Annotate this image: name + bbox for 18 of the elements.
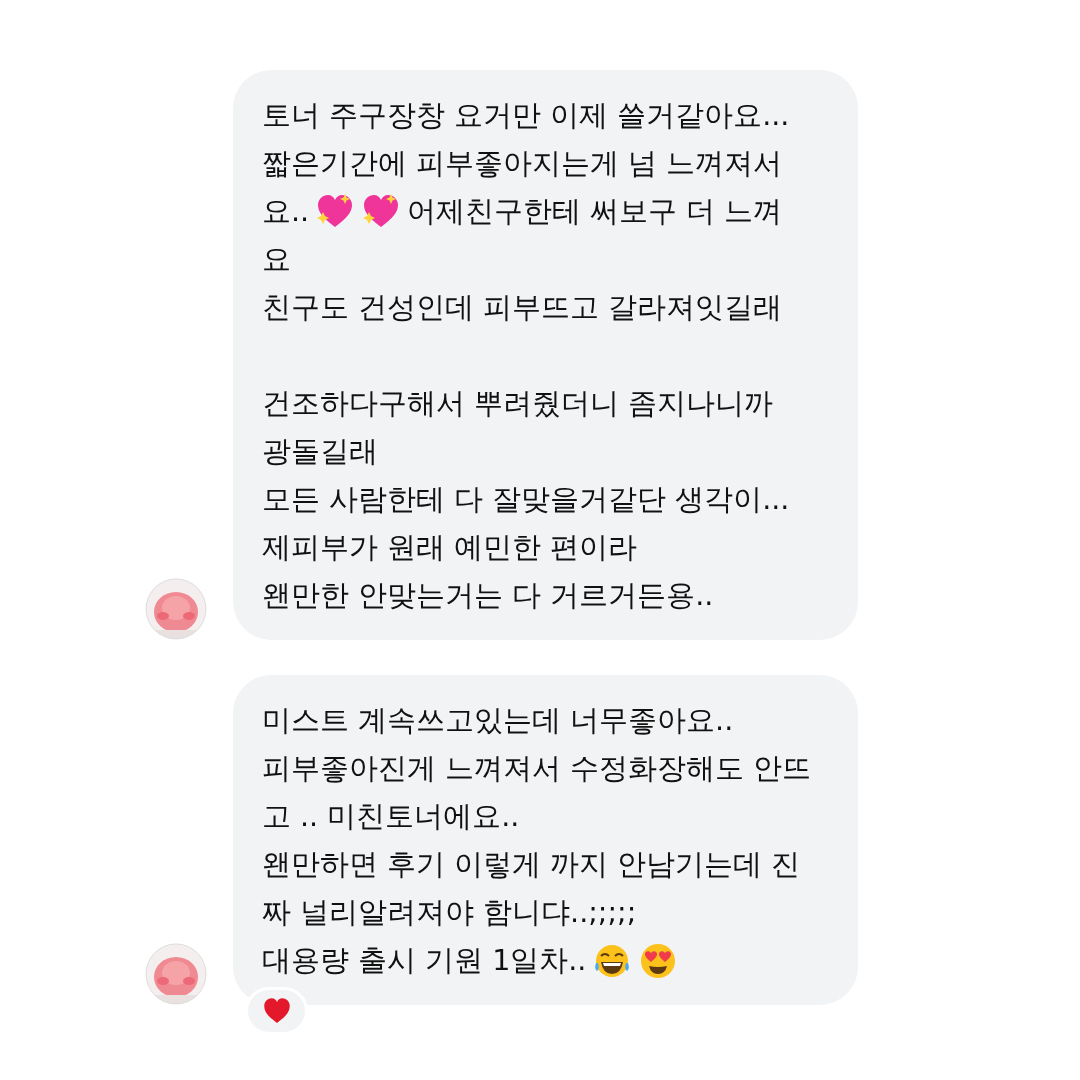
- message-text: 왠만하면 후기 이렇게 까지 안남기는데 진: [262, 847, 801, 883]
- message-text: 제피부가 원래 예민한 편이라: [262, 530, 638, 566]
- message-text: 왠만한 안맞는거는 다 거르거든용..: [262, 578, 714, 614]
- message-text: 짜 널리알려져야 함니댜..;;;;;: [262, 895, 637, 931]
- message-text: 미스트 계속쓰고있는데 너무좋아요..: [262, 703, 734, 739]
- message-text: 피부좋아진게 느껴져서 수정화장해도 안뜨: [262, 751, 812, 787]
- message-text: 친구도 건성인데 피부뜨고 갈라져잇길래: [262, 290, 783, 326]
- message-text: 요..: [262, 194, 310, 230]
- message-text: 모든 사람한테 다 잘맞을거같단 생각이...: [262, 482, 790, 518]
- message-text: 짧은기간에 피부좋아지는게 넘 느껴져서: [262, 146, 783, 182]
- message-text: 대용량 출시 기원 1일차..: [262, 943, 587, 979]
- heart-icon: [261, 996, 292, 1026]
- message-text: 어제친구한테 써보구 더 느껴: [407, 194, 783, 230]
- message-text: 고 .. 미친토너에요..: [262, 799, 520, 835]
- message-text: 요: [262, 242, 291, 278]
- message-text: 토너 주구장창 요거만 이제 쓸거같아요...: [262, 98, 790, 134]
- message-text: 건조하다구해서 뿌려줬더니 좀지나니까: [262, 386, 774, 422]
- message-text: 광돌길래: [262, 434, 378, 470]
